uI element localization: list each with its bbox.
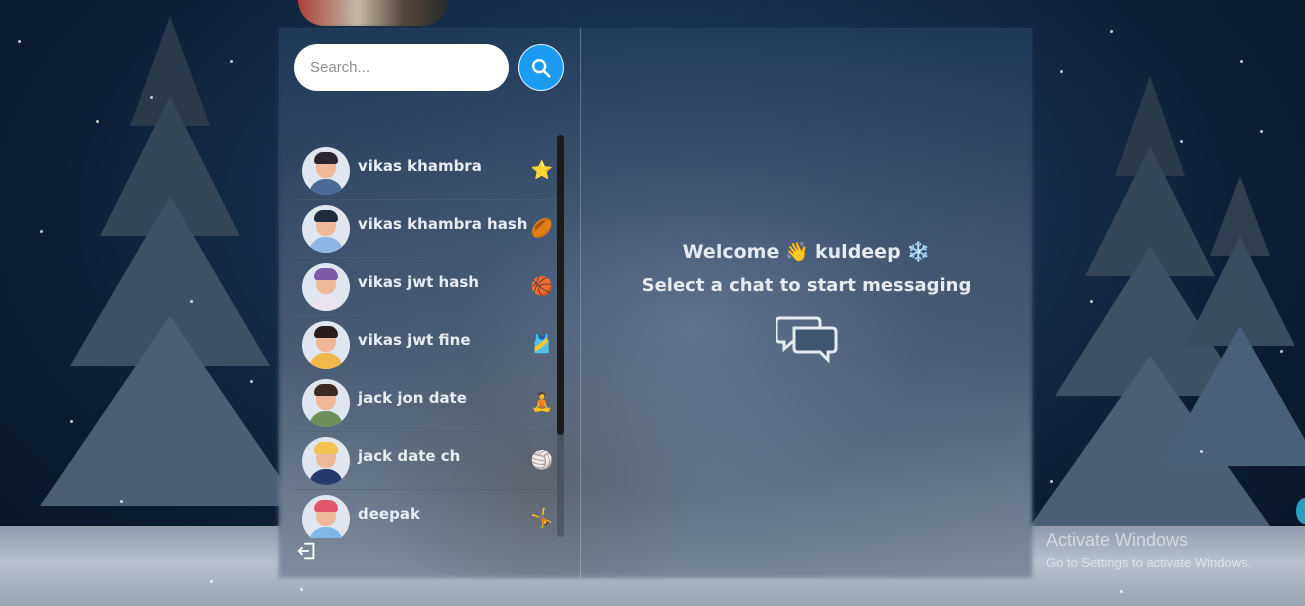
search-button[interactable] [518,44,564,91]
avatar [302,378,350,427]
search-input[interactable] [294,44,509,91]
chat-app-panel: vikas khambra ⭐ vikas khambra hash 🏉 vik… [279,28,1032,578]
chat-list: vikas khambra ⭐ vikas khambra hash 🏉 vik… [294,142,566,538]
meditation-icon: 🧘 [530,391,554,413]
chat-name: jack jon date [358,388,467,407]
chat-list-scrollbar[interactable] [557,135,564,537]
watermark-title: Activate Windows [1046,530,1189,550]
logout-button[interactable] [296,540,318,562]
chat-list-item[interactable]: vikas jwt hash 🏀 [294,258,566,316]
running-shirt-icon: 🎽 [530,333,554,355]
basketball-icon: 🏀 [530,275,554,297]
rugby-ball-icon: 🏉 [530,217,554,239]
pine-tree-far-right [1160,176,1305,536]
chat-name: vikas khambra [358,156,482,175]
select-chat-prompt: Select a chat to start messaging [641,275,972,296]
avatar [302,436,350,485]
chat-name: jack date ch [358,446,461,465]
chat-list-item[interactable]: vikas jwt fine 🎽 [294,316,566,374]
snowflake-icon: ❄️ [906,241,931,263]
chat-list-item[interactable]: vikas khambra ⭐ [294,142,566,200]
cartwheel-icon: 🤸 [530,508,554,529]
chat-list-item[interactable]: jack date ch 🏐 [294,432,566,490]
chat-list-item[interactable]: vikas khambra hash 🏉 [294,200,566,258]
chat-name: vikas khambra hash [358,214,528,233]
username: kuldeep [815,240,901,263]
scrollbar-thumb[interactable] [557,135,564,435]
avatar [302,204,350,253]
welcome-heading: Welcome 👋 kuldeep ❄️ [682,240,931,264]
sidebar: vikas khambra ⭐ vikas khambra hash 🏉 vik… [279,28,581,578]
chat-placeholder: Welcome 👋 kuldeep ❄️ Select a chat to st… [581,28,1032,578]
chat-bubbles-icon [775,316,837,364]
chat-list-item[interactable]: jack jon date 🧘 [294,374,566,432]
logout-icon [297,542,315,560]
avatar [302,262,350,311]
volleyball-icon: 🏐 [530,449,554,471]
star-icon: ⭐ [530,159,554,181]
sleigh-decoration [298,0,448,26]
search-bar [294,44,564,91]
activate-windows-watermark: Activate Windows Go to Settings to activ… [1046,530,1251,570]
pine-tree-left [40,16,300,536]
chat-name: vikas jwt hash [358,272,479,291]
avatar [302,146,350,195]
chat-name: deepak [358,505,420,523]
avatar [302,320,350,369]
avatar [302,495,350,538]
chat-list-item[interactable]: deepak 🤸 [294,490,566,538]
search-icon [532,58,551,78]
chat-name: vikas jwt fine [358,330,471,349]
watermark-subtitle: Go to Settings to activate Windows. [1046,555,1252,570]
welcome-text: Welcome [682,240,780,263]
waving-hand-icon: 👋 [785,241,810,263]
